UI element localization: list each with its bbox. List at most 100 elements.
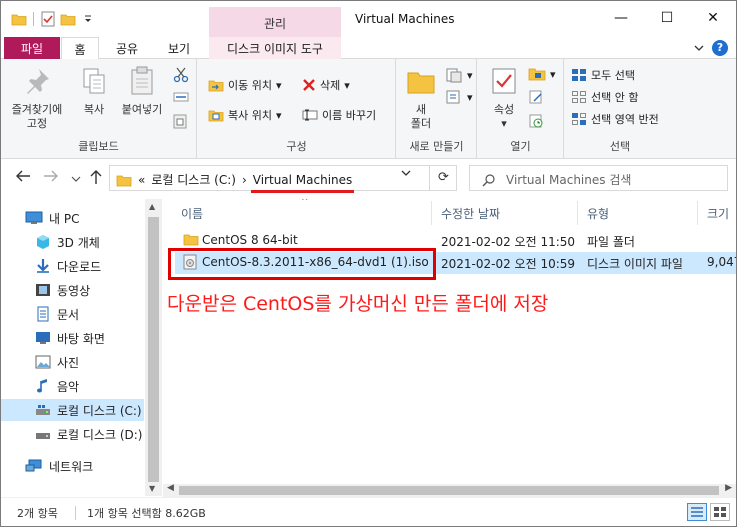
sidebar-item-this-pc[interactable]: 내 PC — [25, 207, 79, 229]
up-arrow-icon[interactable] — [89, 169, 103, 189]
column-divider[interactable] — [577, 201, 578, 225]
new-folder-icon — [407, 72, 435, 94]
sidebar-item-label: 로컬 디스크 (C:) — [57, 403, 142, 418]
refresh-icon[interactable]: ⟳ — [429, 165, 457, 191]
drive-icon — [36, 433, 50, 439]
properties-check-icon[interactable] — [40, 11, 56, 27]
close-button[interactable]: ✕ — [690, 1, 736, 35]
copy-path-button[interactable] — [173, 91, 189, 103]
select-group-label: 선택 — [609, 140, 631, 153]
column-header-type[interactable]: 유형 — [587, 205, 609, 222]
sidebar-item-pictures[interactable]: 사진 — [35, 351, 79, 373]
file-type: 파일 폴더 — [587, 235, 635, 249]
scrollbar-thumb[interactable] — [148, 217, 159, 482]
edit-button[interactable] — [528, 89, 544, 105]
tab-view[interactable]: 보기 — [155, 37, 203, 59]
sidebar-item-local-disk-c[interactable]: 로컬 디스크 (C:) — [1, 399, 144, 421]
pc-icon — [25, 211, 43, 224]
new-item-button[interactable]: ▾ — [445, 67, 473, 83]
easy-access-button[interactable]: ▾ — [445, 89, 473, 105]
select-none-button[interactable]: 선택 안 함 — [571, 89, 638, 105]
tab-home[interactable]: 홈 — [61, 37, 99, 60]
sidebar-item-local-disk-d[interactable]: 로컬 디스크 (D:) — [35, 423, 142, 445]
scroll-down-icon[interactable]: ▼ — [149, 484, 155, 493]
breadcrumb-drive[interactable]: 로컬 디스크 (C:) — [151, 171, 236, 188]
pin-quick-access-button[interactable]: 즐겨찾기에 고정 — [7, 65, 67, 131]
sidebar-item-desktop[interactable]: 바탕 화면 — [35, 327, 105, 349]
select-all-button[interactable]: 모두 선택 — [571, 67, 635, 83]
new-item-dropdown-icon: ▾ — [467, 68, 473, 82]
customize-dropdown-icon[interactable] — [80, 11, 96, 27]
chevron-down-icon[interactable] — [694, 42, 704, 55]
tab-share[interactable]: 공유 — [105, 37, 149, 59]
help-icon[interactable]: ? — [712, 40, 728, 56]
new-folder-icon[interactable] — [60, 11, 76, 27]
tab-disk-image-tools[interactable]: 디스크 이미지 도구 — [209, 37, 341, 59]
title-bar: 관리 Virtual Machines — ☐ ✕ — [1, 1, 736, 37]
paste-button[interactable]: 붙여넣기 — [117, 65, 167, 117]
column-header-label: 유형 — [587, 207, 610, 221]
new-folder-button[interactable]: 새 폴더 — [401, 65, 441, 131]
history-button[interactable] — [528, 113, 544, 129]
copy-folder-icon — [208, 110, 224, 122]
tab-file[interactable]: 파일 — [4, 37, 60, 59]
rename-button[interactable]: 이름 바꾸기 — [302, 107, 376, 123]
breadcrumb-separator[interactable]: › — [242, 173, 247, 187]
manage-contextual-tab[interactable]: 관리 — [209, 7, 341, 37]
selection-info: 1개 항목 선택함 8.62GB — [87, 507, 206, 520]
back-arrow-icon[interactable] — [15, 169, 31, 187]
sidebar-item-downloads[interactable]: 다운로드 — [35, 255, 101, 277]
column-divider[interactable] — [431, 201, 432, 225]
sidebar-item-music[interactable]: 음악 — [35, 375, 79, 397]
rename-label: 이름 바꾸기 — [322, 109, 377, 122]
minimize-button[interactable]: — — [598, 1, 644, 35]
select-group: 모두 선택 선택 안 함 선택 영역 반전 선택 — [565, 59, 675, 159]
folder-icon[interactable] — [11, 11, 27, 27]
invert-selection-icon — [572, 113, 586, 125]
folder-icon — [116, 175, 132, 186]
column-header-name[interactable]: 이름 — [181, 205, 203, 222]
cube-icon — [37, 235, 49, 249]
properties-button[interactable]: 속성 ▾ — [486, 65, 522, 131]
forward-arrow-icon[interactable] — [43, 169, 59, 187]
address-dropdown-icon[interactable] — [401, 169, 411, 180]
move-to-button[interactable]: 이동 위치 ▾ — [208, 77, 282, 93]
file-name: CentOS 8 64-bit — [202, 233, 298, 247]
details-view-button[interactable] — [687, 503, 707, 521]
large-icons-view-button[interactable] — [710, 503, 730, 521]
delete-button[interactable]: 삭제 ▾ — [302, 77, 350, 93]
sidebar-item-3d-objects[interactable]: 3D 개체 — [35, 231, 100, 253]
scrollbar-thumb[interactable] — [179, 486, 719, 495]
scroll-right-icon[interactable]: ▶ — [725, 483, 732, 493]
sidebar-item-documents[interactable]: 문서 — [35, 303, 79, 325]
new-folder-label-line1: 새 — [415, 103, 427, 116]
column-header-label: 크기 — [707, 207, 730, 221]
scroll-left-icon[interactable]: ◀ — [167, 483, 174, 493]
open-button[interactable]: ▾ — [528, 67, 556, 81]
red-underline-annotation — [250, 189, 355, 193]
breadcrumb-overflow[interactable]: « — [138, 173, 145, 187]
ribbon-tab-right: ? — [694, 40, 728, 56]
column-divider[interactable] — [697, 201, 698, 225]
cut-button[interactable] — [173, 67, 189, 83]
copy-to-button[interactable]: 복사 위치 ▾ — [208, 107, 282, 123]
column-header-modified[interactable]: 수정한 날짜 — [441, 205, 500, 222]
recent-locations-chevron-icon[interactable] — [71, 171, 81, 187]
horizontal-scrollbar[interactable]: ◀ ▶ — [163, 483, 736, 497]
navigation-bar: « 로컬 디스크 (C:) › Virtual Machines ⟳ Virtu… — [1, 159, 736, 197]
maximize-button[interactable]: ☐ — [644, 1, 690, 35]
invert-selection-button[interactable]: 선택 영역 반전 — [571, 111, 659, 127]
ribbon: 즐겨찾기에 고정 복사 붙여넣기 클립보드 이동 위치 ▾ 삭제 ▾ 복사 위치… — [1, 59, 736, 159]
new-folder-label-line2: 폴더 — [410, 117, 432, 130]
copy-button[interactable]: 복사 — [73, 65, 115, 117]
search-box[interactable]: Virtual Machines 검색 — [469, 165, 728, 191]
column-header-size[interactable]: 크기 — [707, 205, 729, 222]
pin-icon — [27, 69, 49, 94]
scroll-up-icon[interactable]: ▲ — [149, 202, 155, 211]
sidebar-item-videos[interactable]: 동영상 — [35, 279, 90, 301]
sidebar-scrollbar[interactable]: ▲ ▼ — [145, 199, 162, 496]
delete-label: 삭제 — [320, 79, 341, 92]
paste-shortcut-button[interactable] — [173, 113, 187, 129]
sidebar-item-network[interactable]: 네트워크 — [25, 455, 93, 477]
breadcrumb-current[interactable]: Virtual Machines — [250, 173, 355, 193]
